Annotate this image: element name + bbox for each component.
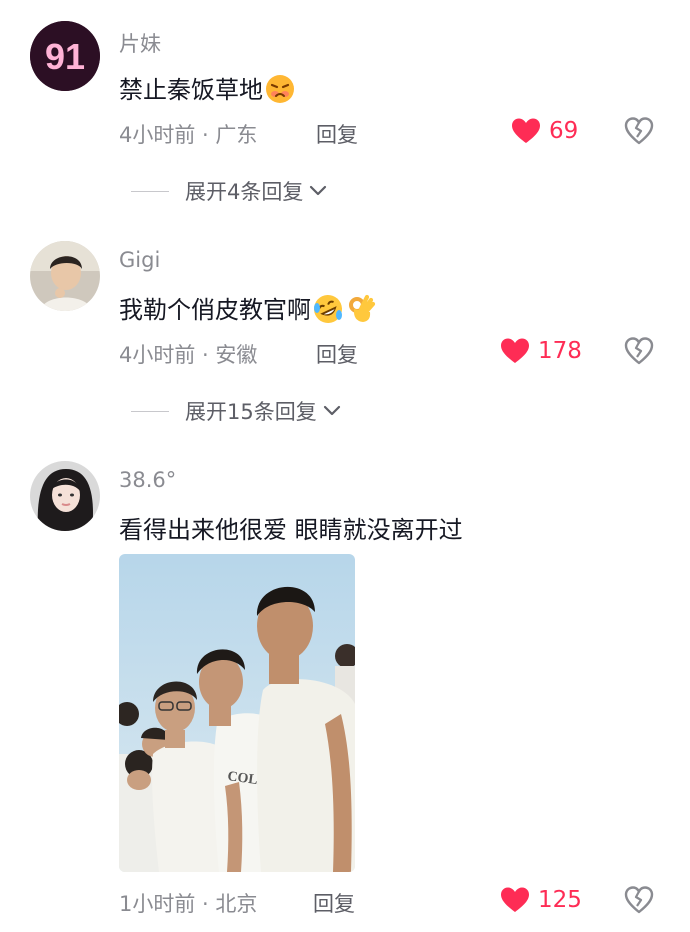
comment-text: 禁止秦饭草地	[119, 70, 296, 105]
comment-photo[interactable]: COLLIX	[119, 554, 355, 872]
avatar[interactable]	[30, 461, 100, 531]
comment-text: 看得出来他很爱 眼睛就没离开过	[119, 516, 463, 544]
comment-meta: 1小时前 · 北京	[119, 892, 258, 916]
like-button[interactable]: 69	[511, 117, 578, 145]
broken-heart-icon[interactable]	[624, 336, 654, 366]
comment-meta: 4小时前 · 安徽	[119, 343, 258, 367]
username[interactable]: 片妹	[119, 28, 161, 58]
comment-meta: 4小时前 · 广东	[119, 123, 258, 147]
like-button[interactable]: 178	[500, 337, 582, 365]
comment-item: Gigi 我勒个俏皮教官啊 4小时前 · 安徽 回复 178 展开15条回复	[0, 220, 690, 440]
expand-replies-button[interactable]: 展开15条回复	[131, 396, 341, 426]
ok-hand-emoji	[349, 294, 376, 322]
divider	[131, 410, 169, 412]
expand-replies-label: 展开4条回复	[185, 180, 304, 204]
heart-icon	[501, 338, 529, 363]
divider	[131, 190, 169, 192]
expand-replies-button[interactable]: 展开4条回复	[131, 176, 327, 206]
username[interactable]: Gigi	[119, 248, 160, 272]
rolling-laughing-emoji	[314, 295, 342, 323]
broken-heart-icon[interactable]	[624, 885, 654, 915]
comment-text-content: 禁止秦饭草地	[119, 76, 263, 104]
comment-text: 我勒个俏皮教官啊	[119, 290, 377, 325]
chevron-down-icon	[310, 185, 327, 196]
reply-button[interactable]: 回复	[316, 119, 358, 149]
like-count: 69	[549, 118, 579, 144]
like-count: 125	[538, 887, 582, 913]
avatar[interactable]: 91	[30, 21, 100, 91]
reply-button[interactable]: 回复	[316, 339, 358, 369]
heart-icon	[501, 887, 529, 912]
pouting-face-emoji	[266, 75, 294, 103]
like-count: 178	[538, 338, 582, 364]
avatar[interactable]	[30, 241, 100, 311]
broken-heart-icon[interactable]	[624, 116, 654, 146]
chevron-down-icon	[323, 405, 340, 416]
like-button[interactable]: 125	[500, 886, 582, 914]
avatar-logo-text: 91	[45, 36, 85, 77]
heart-icon	[512, 118, 540, 143]
reply-button[interactable]: 回复	[313, 888, 355, 918]
expand-replies-label: 展开15条回复	[185, 400, 317, 424]
comment-text-content: 我勒个俏皮教官啊	[119, 296, 311, 324]
username[interactable]: 38.6°	[119, 468, 176, 492]
comment-item: 91 片妹 禁止秦饭草地 4小时前 · 广东 回复 69 展开4条回复	[0, 0, 690, 220]
comment-item: 38.6° 看得出来他很爱 眼睛就没离开过 COLLIX 1小时前 · 北京 回…	[0, 440, 690, 932]
